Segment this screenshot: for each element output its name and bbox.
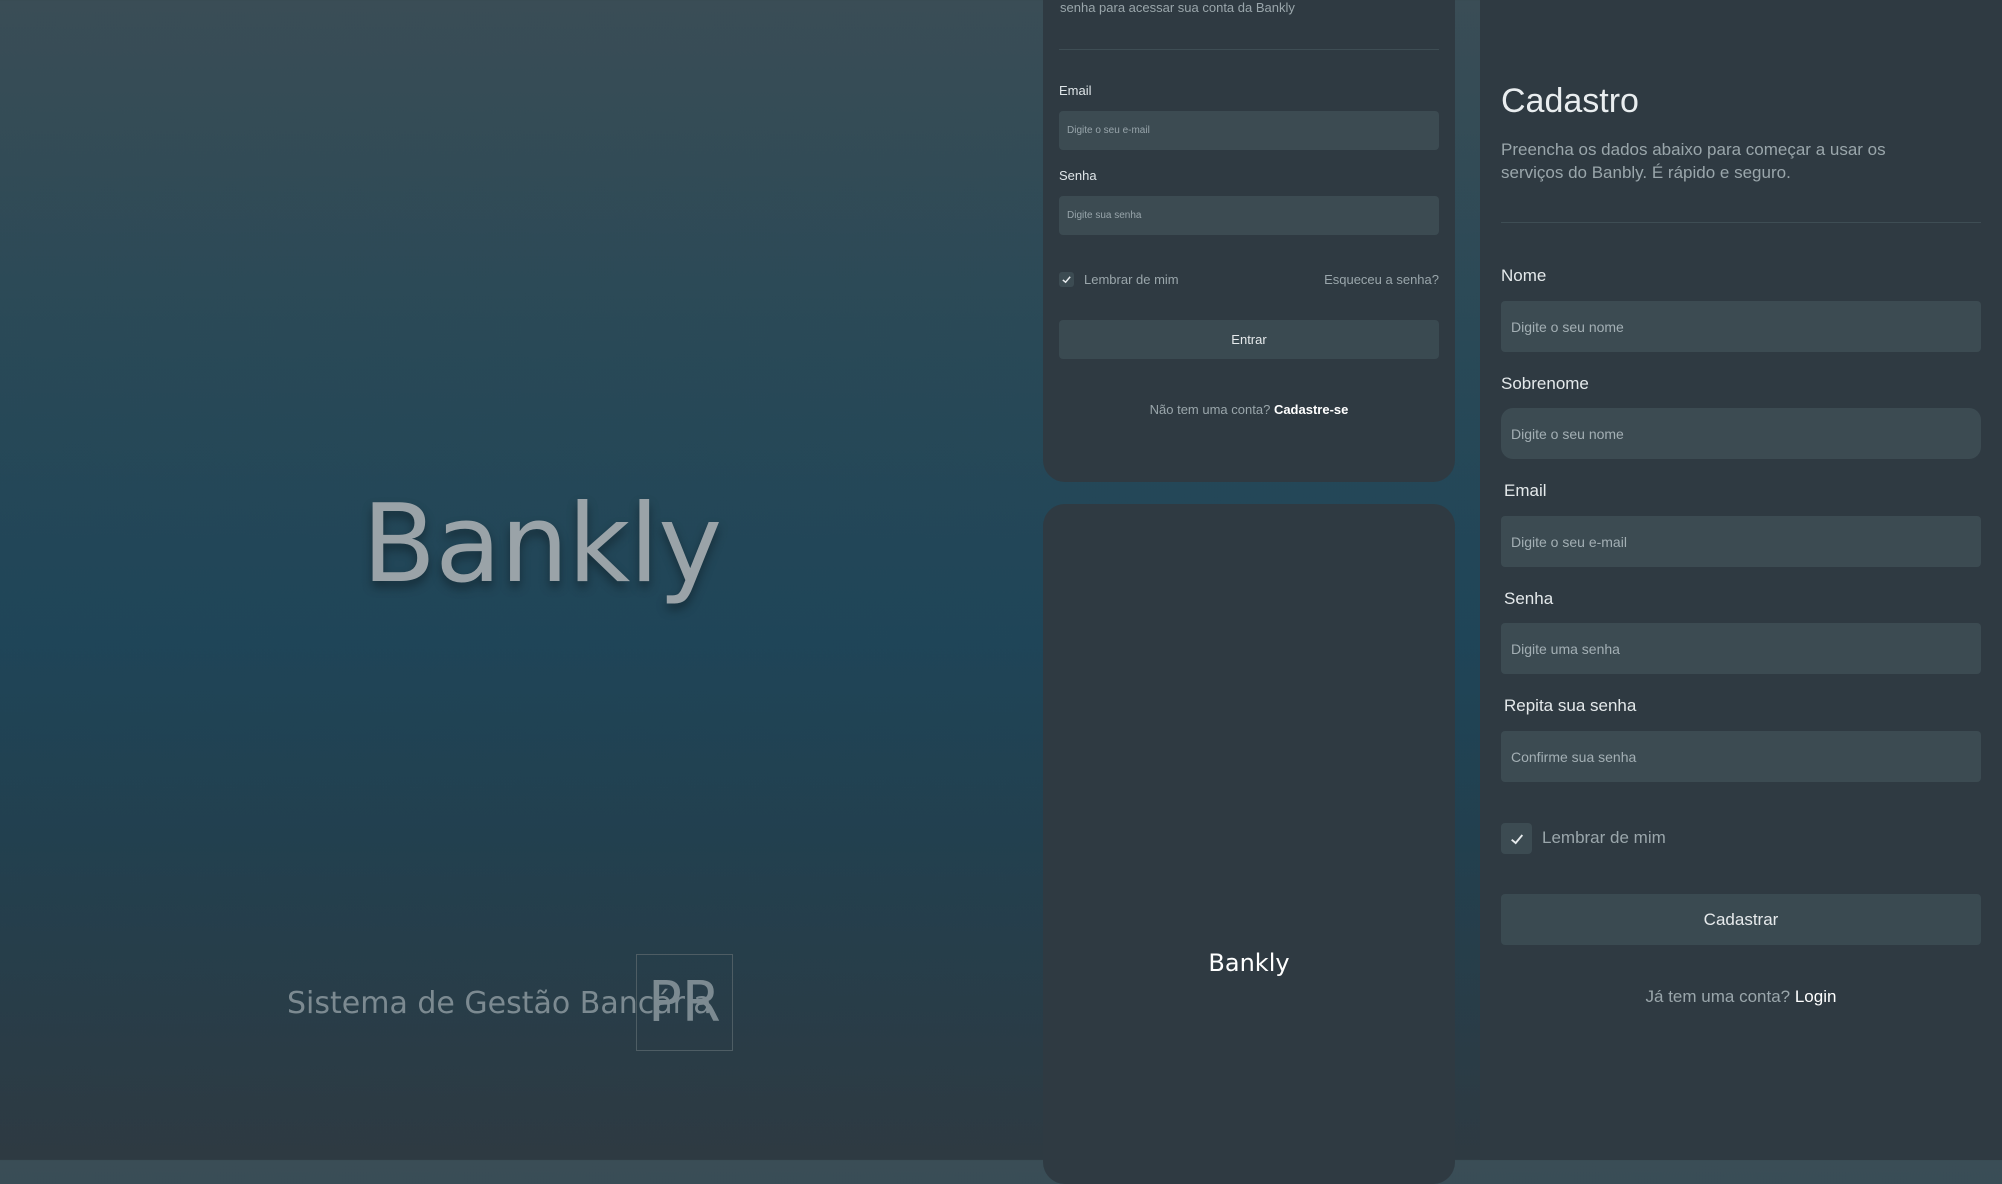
- login-email-input[interactable]: Digite o seu e-mail: [1059, 111, 1439, 150]
- login-submit-button[interactable]: Entrar: [1059, 320, 1439, 359]
- login-remember-label: Lembrar de mim: [1084, 272, 1179, 287]
- splash-card: Bankly: [1043, 504, 1455, 1184]
- login-remember-checkbox[interactable]: [1059, 272, 1074, 287]
- field-label-repeat-password: Repita sua senha: [1504, 696, 1637, 715]
- register-description: Preencha os dados abaixo para começar a …: [1501, 140, 1886, 182]
- check-icon: [1062, 276, 1071, 284]
- register-remember-checkbox[interactable]: [1501, 823, 1532, 854]
- login-card: senha para acessar sua conta da Bankly E…: [1043, 0, 1455, 482]
- field-label-sobrenome: Sobrenome: [1501, 374, 1589, 393]
- have-account-text: Já tem uma conta?: [1645, 987, 1791, 1006]
- splash-logo: Bankly: [1208, 949, 1290, 977]
- login-email-label: Email: [1059, 83, 1092, 98]
- hero-logo-text: Bankly: [362, 482, 722, 607]
- register-submit-button[interactable]: Cadastrar: [1501, 894, 1981, 945]
- check-icon: [1510, 833, 1523, 844]
- login-password-input[interactable]: Digite sua senha: [1059, 196, 1439, 235]
- login-divider: [1059, 49, 1439, 50]
- forgot-password-link[interactable]: Esqueceu a senha?: [1324, 272, 1439, 287]
- field-label-nome: Nome: [1501, 266, 1547, 285]
- login-password-label: Senha: [1059, 168, 1097, 183]
- register-email-input[interactable]: Digite o seu e-mail: [1501, 516, 1981, 567]
- field-label-email: Email: [1504, 481, 1547, 500]
- confirm-password-input[interactable]: Confirme sua senha: [1501, 731, 1981, 782]
- register-divider: [1501, 222, 1981, 223]
- register-panel: Cadastro Preencha os dados abaixo para c…: [1480, 0, 2002, 1160]
- register-password-input[interactable]: Digite uma senha: [1501, 623, 1981, 674]
- last-name-input[interactable]: Digite o seu nome: [1501, 408, 1981, 459]
- field-label-senha: Senha: [1504, 589, 1554, 608]
- no-account-text: Não tem uma conta?: [1149, 402, 1271, 417]
- register-remember-label: Lembrar de mim: [1542, 828, 1666, 847]
- register-title: Cadastro: [1501, 82, 1639, 120]
- pr-badge: PR: [636, 954, 733, 1051]
- first-name-input[interactable]: Digite o seu nome: [1501, 301, 1981, 352]
- login-intro-text: senha para acessar sua conta da Bankly: [1060, 0, 1295, 15]
- signup-link[interactable]: Cadastre-se: [1274, 402, 1348, 417]
- login-link[interactable]: Login: [1795, 987, 1837, 1006]
- login-prompt: Já tem uma conta? Login: [1480, 987, 2002, 1007]
- signup-prompt: Não tem uma conta? Cadastre-se: [1043, 402, 1455, 417]
